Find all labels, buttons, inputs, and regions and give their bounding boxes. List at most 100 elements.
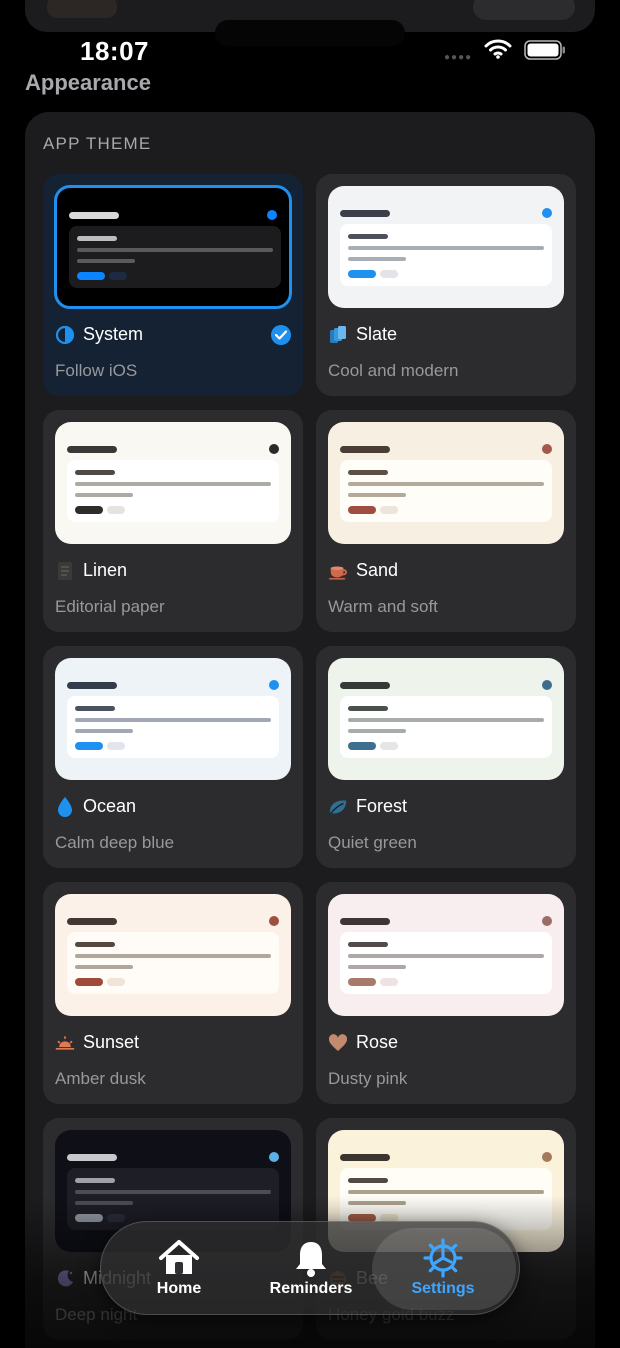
preview-button-secondary: [107, 506, 125, 514]
theme-preview: [55, 422, 291, 544]
layers-icon: [328, 324, 348, 346]
preview-button: [75, 506, 103, 514]
preview-line: [75, 954, 271, 958]
preview-title-bar: [67, 1154, 117, 1161]
preview-line: [75, 482, 271, 486]
preview-line: [348, 965, 406, 969]
tab-home[interactable]: Home: [129, 1222, 229, 1316]
theme-preview: [55, 894, 291, 1016]
preview-title-bar: [340, 210, 390, 217]
preview-line: [348, 718, 544, 722]
preview-line: [348, 493, 406, 497]
tab-reminders[interactable]: Reminders: [261, 1222, 361, 1316]
theme-card-sand[interactable]: Sand Warm and soft: [316, 410, 576, 632]
theme-name: Rose: [356, 1032, 399, 1052]
document-icon: [55, 560, 75, 582]
preview-line: [348, 482, 544, 486]
theme-description: Quiet green: [328, 833, 417, 852]
preview-line: [348, 1178, 388, 1183]
theme-description: Editorial paper: [55, 597, 165, 616]
preview-line: [348, 470, 388, 475]
preview-accent-dot: [542, 208, 552, 218]
preview-content-card: [340, 224, 552, 286]
page-title: Appearance: [25, 70, 151, 95]
theme-card-slate[interactable]: Slate Cool and modern: [316, 174, 576, 396]
bell-icon: [291, 1238, 331, 1278]
tab-label-home: Home: [156, 1280, 202, 1297]
preview-line: [77, 236, 117, 241]
theme-card-forest[interactable]: Forest Quiet green: [316, 646, 576, 868]
theme-name: Ocean: [83, 796, 137, 816]
preview-line: [75, 706, 115, 711]
preview-button: [75, 1214, 103, 1222]
preview-accent-dot: [542, 1152, 552, 1162]
preview-line: [75, 470, 115, 475]
preview-button-secondary: [380, 270, 398, 278]
preview-title-bar: [67, 446, 117, 453]
preview-button-secondary: [107, 742, 125, 750]
theme-description: Cool and modern: [328, 361, 459, 380]
theme-description: Follow iOS: [55, 361, 138, 380]
sunset-icon: [55, 1032, 75, 1054]
theme-card-ocean[interactable]: Ocean Calm deep blue: [43, 646, 303, 868]
wifi-icon: [484, 39, 512, 64]
theme-section: APP THEME System Follow iOS Slate Cool and …: [25, 112, 595, 1348]
preview-line: [75, 729, 133, 733]
theme-description: Warm and soft: [328, 597, 438, 616]
battery-icon: [524, 40, 566, 65]
theme-description: Amber dusk: [55, 1069, 146, 1088]
tab-settings[interactable]: Settings: [393, 1222, 493, 1316]
preview-button: [348, 978, 376, 986]
preview-button-secondary: [109, 272, 127, 280]
preview-line: [75, 493, 133, 497]
preview-content-card: [340, 696, 552, 758]
preview-button-secondary: [380, 506, 398, 514]
theme-preview: [328, 658, 564, 780]
theme-description: Dusty pink: [328, 1069, 408, 1088]
preview-button: [348, 270, 376, 278]
preview-line: [348, 1190, 544, 1194]
theme-name: Sunset: [83, 1032, 140, 1052]
sheet-placeholder-left: [47, 0, 117, 18]
preview-accent-dot: [542, 680, 552, 690]
preview-title-bar: [340, 682, 390, 689]
preview-line: [348, 234, 388, 239]
tab-label-reminders: Reminders: [269, 1280, 353, 1297]
dynamic-island: [215, 20, 405, 46]
theme-name: Forest: [356, 796, 408, 816]
theme-card-linen[interactable]: Linen Editorial paper: [43, 410, 303, 632]
signal-icon: ●●●●: [444, 52, 473, 63]
preview-accent-dot: [269, 916, 279, 926]
preview-line: [77, 259, 135, 263]
tab-label-settings: Settings: [411, 1280, 475, 1297]
preview-line: [75, 1178, 115, 1183]
preview-button-secondary: [380, 978, 398, 986]
checkmark-icon: [271, 325, 291, 345]
theme-card-system[interactable]: System Follow iOS: [43, 174, 303, 396]
home-icon: [157, 1238, 201, 1278]
theme-description: Calm deep blue: [55, 833, 175, 852]
preview-button-secondary: [107, 1214, 125, 1222]
theme-card-rose[interactable]: Rose Dusty pink: [316, 882, 576, 1104]
preview-accent-dot: [269, 1152, 279, 1162]
preview-button: [75, 978, 103, 986]
preview-title-bar: [340, 446, 390, 453]
preview-button: [348, 506, 376, 514]
heart-icon: [328, 1032, 348, 1054]
preview-title-bar: [67, 682, 117, 689]
preview-content-card: [67, 932, 279, 994]
preview-line: [75, 1190, 271, 1194]
preview-line: [348, 246, 544, 250]
preview-line: [77, 248, 273, 252]
theme-name: System: [83, 324, 144, 344]
section-label: APP THEME: [43, 134, 152, 153]
preview-line: [348, 729, 406, 733]
leaf-icon: [328, 796, 348, 818]
half-circle-icon: [55, 324, 75, 346]
drop-icon: [55, 796, 75, 818]
theme-card-sunset[interactable]: Sunset Amber dusk: [43, 882, 303, 1104]
preview-line: [75, 942, 115, 947]
sheet-placeholder-right: [473, 0, 575, 20]
preview-button-secondary: [107, 978, 125, 986]
preview-line: [75, 1201, 133, 1205]
